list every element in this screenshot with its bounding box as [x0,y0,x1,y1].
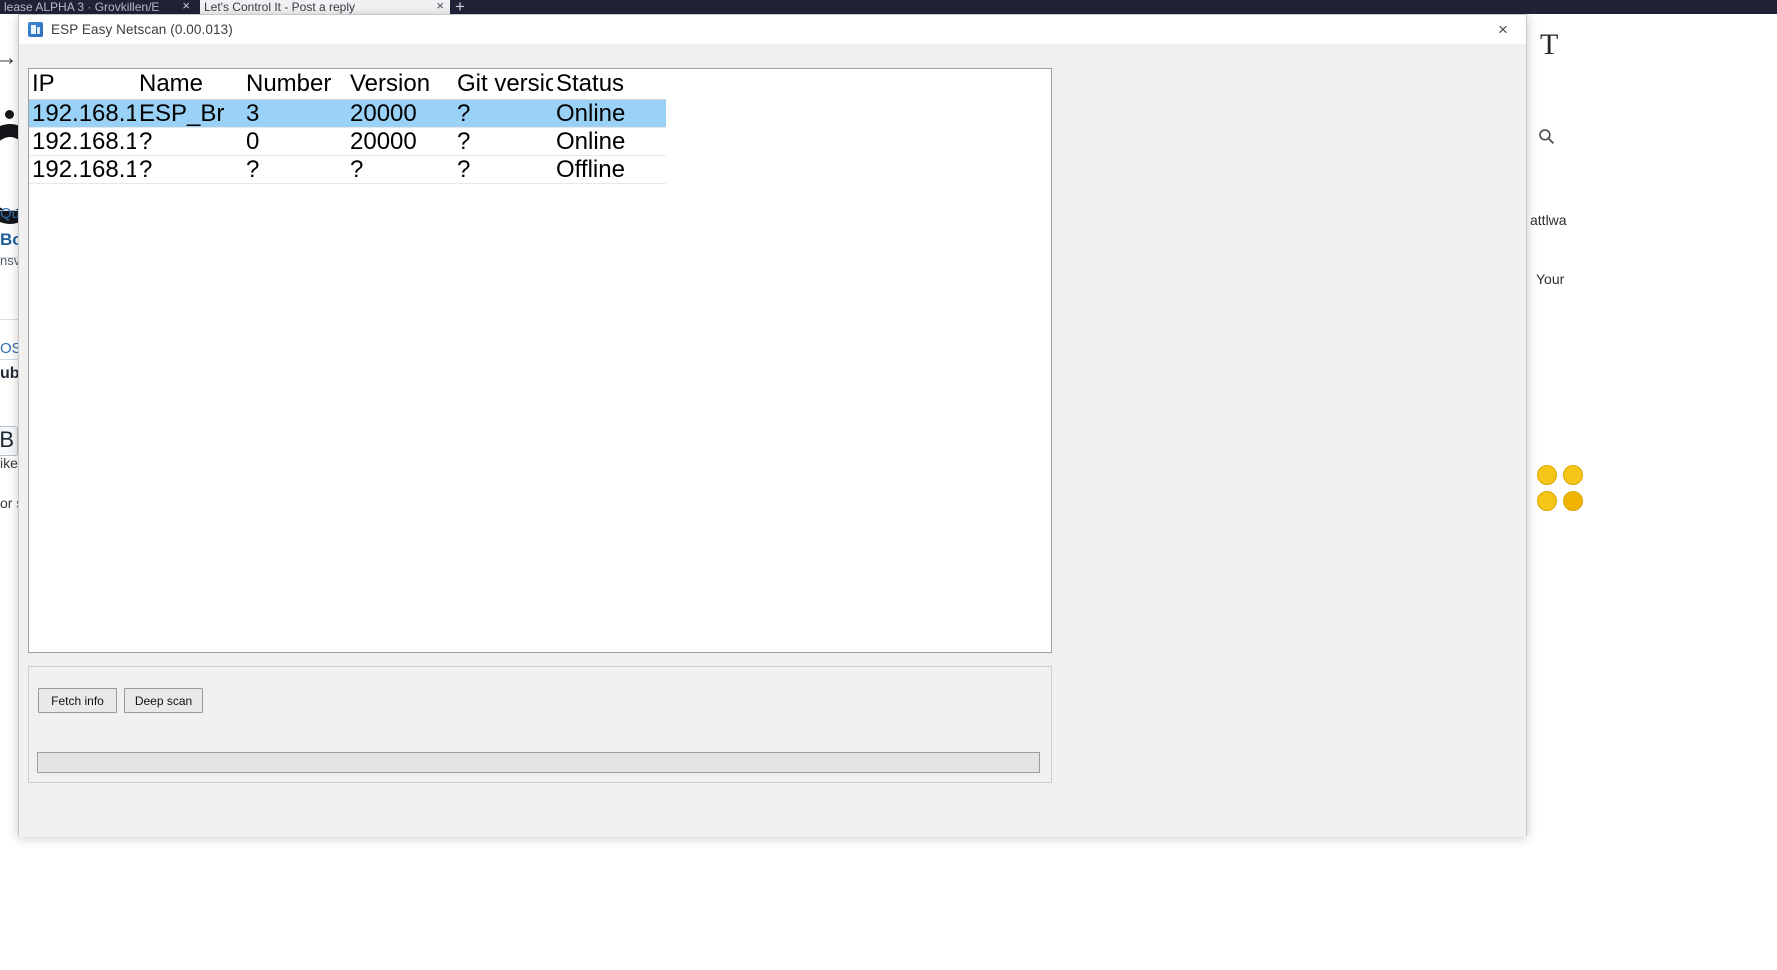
page-heading-letter: T [1540,28,1559,61]
browser-tab-1-label: lease ALPHA 3 · Grovkillen/E [4,0,160,14]
device-table: IP Name Number Version Git versio Status… [29,69,666,184]
cell-ip: 192.168.1 [29,127,136,156]
scan-progress-bar [37,752,1040,773]
cell-name: ? [136,127,243,156]
page-badge-chip: B [0,426,18,456]
column-header-number[interactable]: Number [243,69,347,100]
cell-status: Online [553,127,666,156]
table-row[interactable]: 192.168.1 ? 0 20000 ? Online [29,127,666,156]
actions-panel: Fetch info Deep scan [28,666,1052,783]
cell-name: ESP_Br [136,99,243,128]
cell-number: 3 [243,99,347,128]
window-client-area: IP Name Number Version Git versio Status… [19,44,1526,837]
device-list-grid[interactable]: IP Name Number Version Git versio Status… [28,68,1052,653]
browser-tab-2-close-icon[interactable]: × [436,0,444,13]
search-icon[interactable] [1538,128,1555,145]
cell-number: ? [243,155,347,184]
emoji-icon-2[interactable] [1563,465,1583,485]
emoji-icon-1[interactable] [1537,465,1557,485]
window-title: ESP Easy Netscan (0.00.013) [51,22,233,37]
column-header-git-version[interactable]: Git versio [454,69,553,100]
browser-tab-1[interactable]: lease ALPHA 3 · Grovkillen/E × [0,0,196,14]
page-arrow-icon: → [0,44,18,71]
cell-ip: 192.168.1 [29,99,136,128]
close-icon[interactable]: × [1480,15,1526,44]
esp-easy-app-icon [28,22,43,37]
page-text-fragment-attlwa: attlwa [1530,212,1567,228]
browser-tab-strip: lease ALPHA 3 · Grovkillen/E × Let's Con… [0,0,1777,15]
browser-tab-1-close-icon[interactable]: × [182,0,190,13]
page-text-fragment-like: ike [0,455,18,471]
cell-version: 20000 [347,99,454,128]
cell-git-version: ? [454,155,553,184]
cell-git-version: ? [454,127,553,156]
emoji-icon-3[interactable] [1537,491,1557,511]
window-title-bar[interactable]: ESP Easy Netscan (0.00.013) × [19,15,1526,44]
table-row[interactable]: 192.168.1 ESP_Br 3 20000 ? Online [29,99,666,128]
column-header-status[interactable]: Status [553,69,666,100]
column-header-name[interactable]: Name [136,69,243,100]
cell-status: Offline [553,155,666,184]
page-content-right-sliver: T attlwa Your [1527,14,1777,970]
cell-ip: 192.168.1 [29,155,136,184]
table-header-row: IP Name Number Version Git versio Status [29,69,666,100]
emoji-icon-4[interactable] [1563,491,1583,511]
cell-version: ? [347,155,454,184]
cell-git-version: ? [454,99,553,128]
cell-number: 0 [243,127,347,156]
browser-tab-2[interactable]: Let's Control It - Post a reply × [200,0,450,14]
page-text-fragment-quote: Qu [0,205,21,222]
browser-tab-2-label: Let's Control It - Post a reply [204,0,356,14]
cell-version: 20000 [347,127,454,156]
esp-easy-netscan-window: ESP Easy Netscan (0.00.013) × IP Name Nu… [18,14,1527,837]
page-avatar-dot [5,110,14,119]
cell-status: Online [553,99,666,128]
column-header-version[interactable]: Version [347,69,454,100]
fetch-info-button[interactable]: Fetch info [38,688,117,713]
cell-name: ? [136,155,243,184]
page-text-fragment-your: Your [1536,271,1565,287]
column-header-ip[interactable]: IP [29,69,136,100]
table-row[interactable]: 192.168.1 ? ? ? ? Offline [29,155,666,184]
new-tab-button[interactable]: + [455,0,465,15]
deep-scan-button[interactable]: Deep scan [124,688,203,713]
